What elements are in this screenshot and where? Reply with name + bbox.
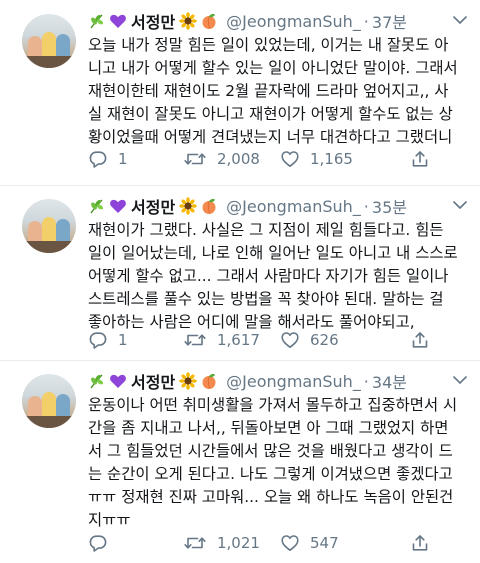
herb-emoji-icon — [88, 372, 106, 390]
share-icon — [410, 330, 430, 350]
tweet-header: 서정만 @JeongmanSuh_ · 37분 — [88, 10, 407, 32]
peach-emoji-icon — [200, 197, 218, 215]
retweet-icon — [183, 149, 207, 169]
tweet-text-line: 지ㅠㅠ — [88, 511, 131, 529]
peach-emoji-icon — [200, 12, 218, 30]
share-icon — [410, 149, 430, 169]
reply-count: 1 — [118, 150, 128, 168]
share-button[interactable] — [410, 533, 430, 553]
retweet-button[interactable]: 1,021 — [183, 533, 260, 553]
tweet-text-line: 스트레스를 풀수 있는 방법을 꼭 찾아야 된대. 말하는 걸 — [88, 290, 444, 308]
tweet-actions: 1 1,617 626 — [88, 330, 480, 350]
avatar[interactable] — [22, 14, 76, 68]
user-handle[interactable]: @JeongmanSuh_ — [226, 372, 361, 391]
tweet-text-line: 일이 일어났는데, 나로 인해 일어난 일도 아니고 내 스스로 — [88, 244, 458, 262]
sunflower-emoji-icon — [179, 197, 197, 215]
retweet-icon — [183, 330, 207, 350]
purple-heart-emoji-icon — [109, 197, 127, 215]
display-name[interactable]: 서정만 — [131, 194, 175, 218]
display-name[interactable]: 서정만 — [131, 9, 175, 33]
tweet-header: 서정만 @JeongmanSuh_ · 35분 — [88, 195, 407, 217]
tweet-text-line: 오늘 내가 정말 힘든 일이 있었는데, 이거는 내 잘못도 아 — [88, 36, 449, 54]
tweet-text-line: 재현이한테 재현이도 2월 끝자락에 드라마 엎어지고,, 사 — [88, 82, 449, 100]
reply-button[interactable] — [88, 533, 118, 553]
tweet-text-line: 니고 내가 어떻게 할수 있는 일이 아니었단 말이야. 그래서 — [88, 59, 458, 77]
sunflower-emoji-icon — [179, 372, 197, 390]
tweet-text-line: 황이었을때 어떻게 견뎌냈는지 너무 대견하다고 그랬더니 — [88, 128, 453, 146]
tweet-text-line: 는 순간이 오게 된다고. 나도 그렇게 이겨냈으면 좋겠다고 — [88, 465, 453, 483]
reply-icon — [88, 149, 108, 169]
like-count: 626 — [310, 331, 339, 349]
heart-icon — [280, 533, 300, 553]
tweet-text-line: ㅠㅠ 정재현 진짜 고마워... 오늘 왜 하나도 녹음이 안된건 — [88, 488, 454, 506]
tweet-text-line: 간을 좀 지내고 나서,, 뒤돌아보면 아 그때 그랬었지 하면 — [88, 419, 449, 437]
chevron-down-icon[interactable] — [452, 374, 468, 386]
reply-icon — [88, 330, 108, 350]
tweet[interactable]: 서정만 @JeongmanSuh_ · 35분 재현이가 그랬다. 사실은 그 … — [0, 185, 480, 360]
share-button[interactable] — [410, 330, 430, 350]
tweet-text-line: 운동이나 어떤 취미생활을 가져서 몰두하고 집중하면서 시 — [88, 396, 458, 414]
chevron-down-icon[interactable] — [452, 14, 468, 26]
tweet-text-line: 실 재현이 잘못도 아니고 재현이가 어떻게 할수도 없는 상 — [88, 105, 453, 123]
like-button[interactable]: 547 — [280, 533, 339, 553]
separator-dot: · — [363, 196, 369, 216]
user-handle[interactable]: @JeongmanSuh_ — [226, 12, 361, 31]
display-name[interactable]: 서정만 — [131, 369, 175, 393]
retweet-button[interactable]: 2,008 — [183, 149, 260, 169]
tweet[interactable]: 서정만 @JeongmanSuh_ · 34분 운동이나 어떤 취미생활을 가져… — [0, 360, 480, 563]
share-button[interactable] — [410, 149, 430, 169]
retweet-count: 2,008 — [217, 150, 260, 168]
heart-icon — [280, 330, 300, 350]
tweet[interactable]: 서정만 @JeongmanSuh_ · 37분 오늘 내가 정말 힘든 일이 있… — [0, 0, 480, 185]
tweet-text: 재현이가 그랬다. 사실은 그 지점이 제일 힘들다고. 힘든 일이 일어났는데… — [88, 219, 480, 334]
like-button[interactable]: 626 — [280, 330, 339, 350]
reply-icon — [88, 533, 108, 553]
tweet-time[interactable]: 35분 — [372, 194, 407, 218]
chevron-down-icon[interactable] — [452, 199, 468, 211]
reply-button[interactable]: 1 — [88, 330, 128, 350]
tweet-time[interactable]: 37분 — [372, 9, 407, 33]
herb-emoji-icon — [88, 12, 106, 30]
tweet-text-line: 서 그 힘들었던 시간들에서 많은 것을 배웠다고 생각이 드 — [88, 442, 453, 460]
avatar[interactable] — [22, 374, 76, 428]
reply-button[interactable]: 1 — [88, 149, 128, 169]
herb-emoji-icon — [88, 197, 106, 215]
like-count: 1,165 — [310, 150, 353, 168]
peach-emoji-icon — [200, 372, 218, 390]
avatar[interactable] — [22, 199, 76, 253]
tweet-time[interactable]: 34분 — [372, 369, 407, 393]
tweet-actions: 1,021 547 — [88, 533, 480, 553]
purple-heart-emoji-icon — [109, 372, 127, 390]
separator-dot: · — [363, 371, 369, 391]
like-count: 547 — [310, 534, 339, 552]
retweet-button[interactable]: 1,617 — [183, 330, 260, 350]
retweet-count: 1,617 — [217, 331, 260, 349]
tweet-text: 운동이나 어떤 취미생활을 가져서 몰두하고 집중하면서 시 간을 좀 지내고 … — [88, 394, 480, 532]
retweet-icon — [183, 533, 207, 553]
share-icon — [410, 533, 430, 553]
tweet-header: 서정만 @JeongmanSuh_ · 34분 — [88, 370, 407, 392]
tweet-text-line: 어떻게 할수 없고... 그래서 사람마다 자기가 힘든 일이나 — [88, 267, 449, 285]
tweet-text-line: 재현이가 그랬다. 사실은 그 지점이 제일 힘들다고. 힘든 — [88, 221, 444, 239]
reply-count: 1 — [118, 331, 128, 349]
purple-heart-emoji-icon — [109, 12, 127, 30]
tweet-text: 오늘 내가 정말 힘든 일이 있었는데, 이거는 내 잘못도 아 니고 내가 어… — [88, 34, 480, 149]
like-button[interactable]: 1,165 — [280, 149, 353, 169]
heart-icon — [280, 149, 300, 169]
sunflower-emoji-icon — [179, 12, 197, 30]
separator-dot: · — [363, 11, 369, 31]
user-handle[interactable]: @JeongmanSuh_ — [226, 197, 361, 216]
retweet-count: 1,021 — [217, 534, 260, 552]
tweet-actions: 1 2,008 1,165 — [88, 149, 480, 169]
